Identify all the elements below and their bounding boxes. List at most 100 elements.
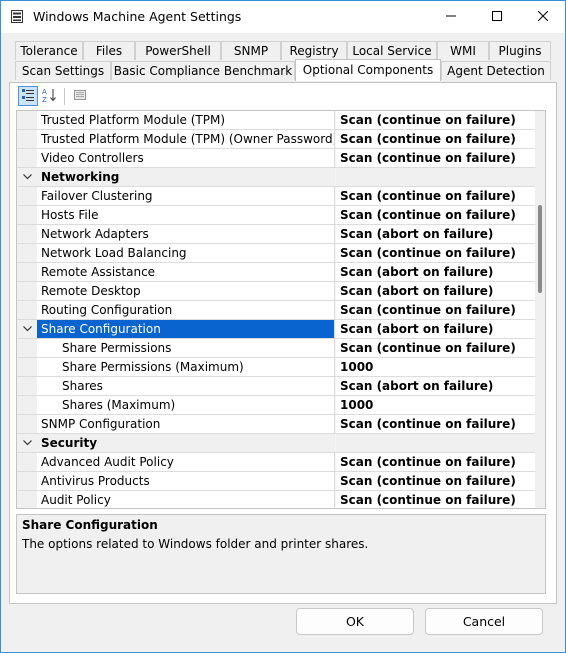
category-label[interactable]: Security — [37, 434, 335, 452]
property-value[interactable]: Scan (continue on failure) — [336, 149, 536, 167]
tab-wmi[interactable]: WMI — [437, 41, 489, 60]
tab-plugins[interactable]: Plugins — [489, 41, 551, 60]
property-name[interactable]: Video Controllers — [37, 149, 335, 167]
category-value-cell — [336, 434, 536, 452]
property-row[interactable]: Share Permissions (Maximum) 1000 — [17, 358, 536, 377]
tab-agent-detection[interactable]: Agent Detection — [441, 61, 551, 80]
scrollbar-thumb[interactable] — [538, 205, 542, 293]
property-row[interactable]: Antivirus Products Scan (continue on fail… — [17, 472, 536, 491]
minimize-button[interactable] — [428, 1, 474, 33]
tab-powershell[interactable]: PowerShell — [135, 41, 221, 60]
property-row[interactable]: Share Permissions Scan (continue on failu… — [17, 339, 536, 358]
property-name[interactable]: Advanced Audit Policy — [37, 453, 335, 471]
property-value[interactable]: Scan (continue on failure) — [336, 111, 536, 129]
property-name[interactable]: Audit Policy — [37, 491, 335, 508]
property-value[interactable]: Scan (abort on failure) — [336, 263, 536, 281]
tab-panel: AZ Trusted Platform Module (TPM) Scan (co… — [9, 82, 557, 604]
chevron-down-icon[interactable] — [20, 434, 34, 452]
tab-local-service[interactable]: Local Service — [347, 41, 437, 60]
property-value[interactable]: Scan (continue on failure) — [336, 301, 536, 319]
property-name[interactable]: Share Configuration — [37, 320, 335, 338]
property-row[interactable]: Network Load Balancing Scan (continue on … — [17, 244, 536, 263]
property-name[interactable]: Shares (Maximum) — [37, 396, 335, 414]
property-name[interactable]: Remote Assistance — [37, 263, 335, 281]
property-value[interactable]: Scan (abort on failure) — [336, 320, 536, 338]
property-name[interactable]: Share Permissions (Maximum) — [37, 358, 335, 376]
property-row[interactable]: Routing Configuration Scan (continue on f… — [17, 301, 536, 320]
ok-button[interactable]: OK — [296, 608, 414, 635]
property-value[interactable]: Scan (continue on failure) — [336, 415, 536, 433]
chevron-down-icon[interactable] — [20, 168, 34, 186]
property-name[interactable]: Trusted Platform Module (TPM) — [37, 111, 335, 129]
property-row[interactable]: Hosts File Scan (continue on failure) — [17, 206, 536, 225]
property-name[interactable]: Share Permissions — [37, 339, 335, 357]
property-row[interactable]: Remote Assistance Scan (abort on failure) — [17, 263, 536, 282]
row-gutter — [17, 415, 37, 433]
property-value[interactable]: 1000 — [336, 358, 536, 376]
tab-snmp[interactable]: SNMP — [221, 41, 281, 60]
maximize-button[interactable] — [474, 1, 520, 33]
property-row[interactable]: Advanced Audit Policy Scan (continue on f… — [17, 453, 536, 472]
tab-basic-compliance-benchmark[interactable]: Basic Compliance Benchmark — [111, 61, 295, 80]
chevron-down-icon[interactable] — [20, 320, 34, 338]
property-name[interactable]: Network Adapters — [37, 225, 335, 243]
property-value[interactable]: Scan (abort on failure) — [336, 225, 536, 243]
property-grid: Trusted Platform Module (TPM) Scan (conti… — [16, 110, 546, 509]
row-gutter — [17, 358, 37, 376]
alphabetical-view-button[interactable]: AZ — [40, 86, 60, 106]
tab-files[interactable]: Files — [83, 41, 135, 60]
tab-tolerance[interactable]: Tolerance — [15, 41, 83, 60]
close-button[interactable] — [520, 1, 566, 33]
property-value[interactable]: Scan (continue on failure) — [336, 130, 536, 148]
property-name[interactable]: Failover Clustering — [37, 187, 335, 205]
vertical-scrollbar[interactable] — [535, 111, 545, 508]
tab-optional-components[interactable]: Optional Components — [295, 59, 441, 81]
property-row[interactable]: Share Configuration Scan (abort on failur… — [17, 320, 536, 339]
property-name[interactable]: SNMP Configuration — [37, 415, 335, 433]
close-icon — [537, 10, 549, 24]
property-name[interactable]: Network Load Balancing — [37, 244, 335, 262]
row-gutter — [17, 130, 37, 148]
property-value[interactable]: Scan (continue on failure) — [336, 339, 536, 357]
tab-scan-settings[interactable]: Scan Settings — [15, 61, 111, 80]
property-row[interactable]: SNMP Configuration Scan (continue on fail… — [17, 415, 536, 434]
tab-registry[interactable]: Registry — [281, 41, 347, 60]
property-pages-button[interactable] — [70, 86, 90, 106]
property-name[interactable]: Remote Desktop — [37, 282, 335, 300]
categorized-view-button[interactable] — [18, 86, 38, 106]
property-value[interactable]: Scan (continue on failure) — [336, 491, 536, 508]
property-row[interactable]: Shares (Maximum) 1000 — [17, 396, 536, 415]
property-row[interactable]: Audit Policy Scan (continue on failure) — [17, 491, 536, 508]
property-name[interactable]: Hosts File — [37, 206, 335, 224]
property-name[interactable]: Antivirus Products — [37, 472, 335, 490]
property-row[interactable]: Trusted Platform Module (TPM) Scan (conti… — [17, 111, 536, 130]
property-value[interactable]: Scan (continue on failure) — [336, 453, 536, 471]
property-row[interactable]: Trusted Platform Module (TPM) (Owner Pas… — [17, 130, 536, 149]
property-value[interactable]: Scan (continue on failure) — [336, 187, 536, 205]
property-value[interactable]: Scan (continue on failure) — [336, 244, 536, 262]
property-value[interactable]: Scan (continue on failure) — [336, 472, 536, 490]
property-name[interactable]: Trusted Platform Module (TPM) (Owner Pas… — [37, 130, 335, 148]
cancel-button[interactable]: Cancel — [425, 608, 543, 635]
row-gutter — [17, 111, 37, 129]
property-value[interactable]: Scan (continue on failure) — [336, 206, 536, 224]
property-row[interactable]: Failover Clustering Scan (continue on fai… — [17, 187, 536, 206]
window-title: Windows Machine Agent Settings — [33, 9, 242, 24]
property-value[interactable]: 1000 — [336, 396, 536, 414]
property-value[interactable]: Scan (abort on failure) — [336, 282, 536, 300]
title-bar[interactable]: Windows Machine Agent Settings — [1, 1, 565, 33]
property-value[interactable]: Scan (abort on failure) — [336, 377, 536, 395]
category-label[interactable]: Networking — [37, 168, 335, 186]
property-grid-toolbar: AZ — [16, 85, 546, 107]
categorized-icon — [21, 88, 35, 105]
category-row[interactable]: Networking — [17, 168, 536, 187]
property-name[interactable]: Routing Configuration — [37, 301, 335, 319]
property-name[interactable]: Shares — [37, 377, 335, 395]
property-row[interactable]: Shares Scan (abort on failure) — [17, 377, 536, 396]
sort-az-icon: AZ — [42, 87, 58, 106]
category-row[interactable]: Security — [17, 434, 536, 453]
property-row[interactable]: Video Controllers Scan (continue on failu… — [17, 149, 536, 168]
minimize-icon — [446, 10, 456, 24]
property-row[interactable]: Remote Desktop Scan (abort on failure) — [17, 282, 536, 301]
property-row[interactable]: Network Adapters Scan (abort on failure) — [17, 225, 536, 244]
